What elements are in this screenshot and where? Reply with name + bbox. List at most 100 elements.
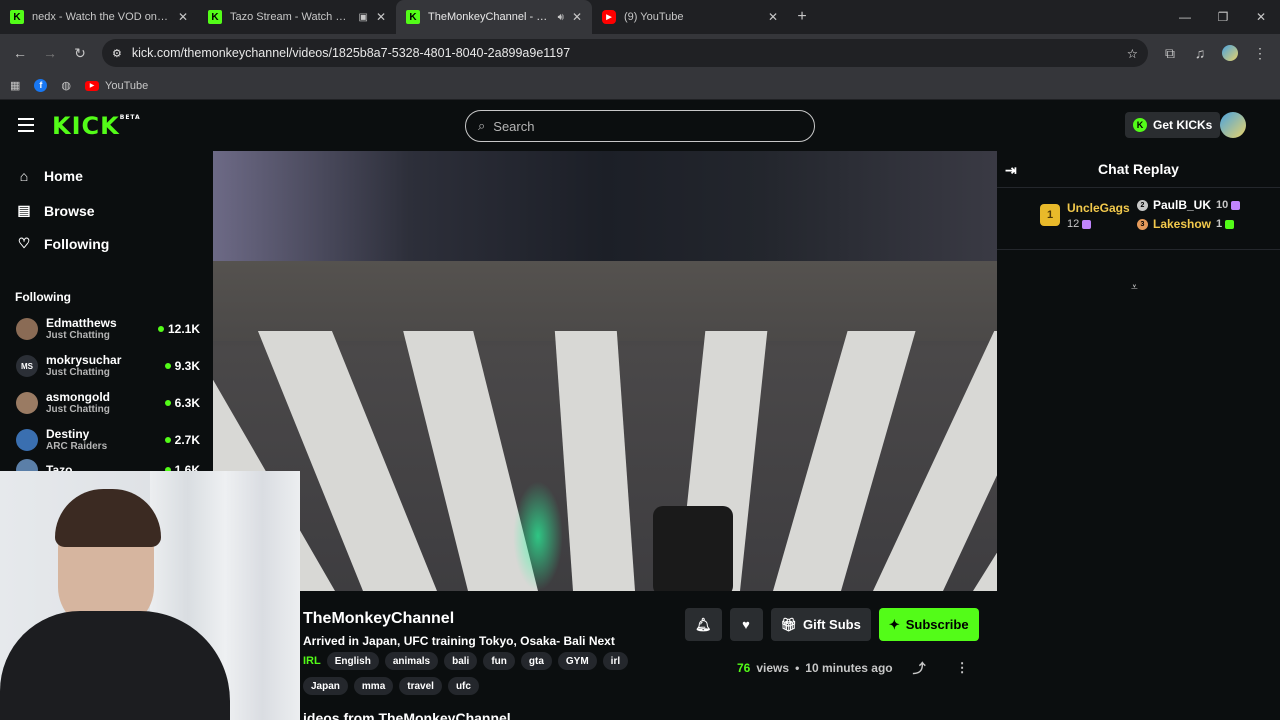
viewer-count: 6.3K — [174, 396, 200, 410]
followed-channel-asmongold[interactable]: asmongold Just Chatting 6.3K — [16, 386, 200, 420]
tag[interactable]: mma — [353, 677, 394, 695]
streamer-hair — [55, 489, 161, 547]
more-videos-heading: ideos from TheMonkeyChannel — [303, 711, 511, 720]
video-title: Arrived in Japan, UFC training Tokyo, Os… — [303, 634, 615, 648]
bookmark-star-icon[interactable]: ☆ — [1127, 46, 1138, 61]
window-controls: — ❐ ✕ — [1166, 0, 1280, 34]
top-gifter-name[interactable]: UncleGags — [1067, 201, 1130, 215]
collapse-chat-icon[interactable]: ⇥ — [1005, 162, 1017, 179]
gift-subs-label: Gift Subs — [803, 617, 861, 632]
audio-playing-icon[interactable]: 🔊︎ — [558, 12, 564, 23]
minimize-icon[interactable]: — — [1166, 0, 1204, 34]
scooter-light — [513, 481, 563, 591]
tag[interactable]: irl — [602, 652, 629, 670]
channel-name: Edmatthews — [46, 315, 117, 330]
channel-category: Just Chatting — [46, 404, 110, 416]
tag[interactable]: English — [326, 652, 379, 670]
channel-category: Just Chatting — [46, 330, 110, 342]
gifter-row[interactable]: 2 PaulB_UK 10 — [1137, 198, 1241, 212]
apps-grid-icon[interactable]: ▦ — [10, 79, 20, 92]
live-dot-icon — [164, 400, 171, 406]
tag[interactable]: gta — [520, 652, 552, 670]
kick-logo[interactable]: KICKBETA — [52, 112, 141, 140]
subscribe-button[interactable]: ✦ Subscribe — [878, 608, 979, 641]
heart-icon: ♡ — [17, 235, 31, 251]
sidebar-item-home[interactable]: ⌂ Home — [16, 168, 83, 184]
sidebar-item-following[interactable]: ♡ Following — [16, 235, 110, 252]
gift-count: 10 — [1216, 199, 1229, 211]
browser-tab-nedx[interactable]: K nedx - Watch the VOD on Kick ✕ — [0, 0, 198, 34]
search-bar[interactable]: ⌕ Search — [465, 110, 815, 142]
close-tab-icon[interactable]: ✕ — [768, 10, 778, 24]
channel-name-heading[interactable]: TheMonkeyChannel — [303, 610, 454, 628]
user-avatar[interactable] — [1220, 112, 1246, 138]
new-tab-button[interactable]: + — [788, 0, 816, 34]
browser-tab-bar: K nedx - Watch the VOD on Kick ✕ K Tazo … — [0, 0, 1280, 34]
chat-header: ⇥ Chat Replay — [997, 150, 1280, 188]
gifter-name: Lakeshow — [1153, 217, 1212, 231]
video-player[interactable] — [213, 151, 997, 591]
address-bar[interactable]: ⚙ kick.com/themonkeychannel/videos/1825b… — [102, 39, 1148, 67]
profile-icon[interactable] — [1218, 41, 1242, 65]
gifter-row[interactable]: 3 Lakeshow 1 — [1137, 217, 1235, 231]
views-count: 76 — [737, 660, 751, 675]
get-kicks-button[interactable]: K Get KICKs — [1125, 112, 1221, 138]
maximize-icon[interactable]: ❐ — [1204, 0, 1242, 34]
avatar — [16, 429, 38, 451]
more-options-icon[interactable]: ⋮ — [956, 660, 969, 676]
avatar: MS — [16, 355, 38, 377]
viewer-count: 9.3K — [174, 359, 200, 373]
menu-icon[interactable] — [18, 118, 34, 132]
facebook-icon[interactable]: f — [34, 79, 48, 92]
webcam-overlay — [0, 471, 300, 720]
extensions-icon[interactable]: ⧉ — [1158, 41, 1182, 65]
avatar — [16, 392, 38, 414]
notification-bell-button[interactable]: 🔔︎ — [685, 608, 722, 641]
browser-tab-youtube[interactable]: ▶ (9) YouTube ✕ — [592, 0, 788, 34]
browser-tab-tazo[interactable]: K Tazo Stream - Watch Live on Kick ▣ ✕ — [198, 0, 396, 34]
browser-tab-themonkeychannel[interactable]: K TheMonkeyChannel - Watch VOD 🔊︎ ✕ — [396, 0, 592, 34]
tag[interactable]: Japan — [303, 677, 348, 695]
following-heading: Following — [15, 290, 71, 304]
gift-icon — [1231, 200, 1241, 210]
followed-channel-edmatthews[interactable]: Edmatthews Just Chatting 12.1K — [16, 312, 200, 346]
home-icon: ⌂ — [19, 168, 29, 184]
live-dot-icon — [164, 437, 171, 443]
tab-title: nedx - Watch the VOD on Kick — [32, 11, 170, 23]
gift-subs-button[interactable]: 🎁︎ Gift Subs — [770, 608, 871, 641]
media-control-icon[interactable]: ♫ — [1188, 41, 1212, 65]
category-link[interactable]: IRL — [303, 652, 321, 670]
tag[interactable]: ufc — [447, 677, 479, 695]
gifter-name: PaulB_UK — [1153, 198, 1212, 212]
video-stats: 76 views • 10 minutes ago ⤴ ⋮ — [737, 658, 969, 677]
gift-icon: 🎁︎ — [780, 616, 798, 632]
tag[interactable]: travel — [399, 677, 442, 695]
close-tab-icon[interactable]: ✕ — [572, 10, 582, 24]
bookmark-label: YouTube — [105, 79, 149, 92]
site-info-icon[interactable]: ⚙ — [112, 47, 122, 60]
followed-channel-destiny[interactable]: Destiny ARC Raiders 2.7K — [16, 423, 200, 457]
globe-icon[interactable]: ◍ — [61, 79, 71, 92]
close-tab-icon[interactable]: ✕ — [376, 10, 386, 24]
sparkle-icon: ✦ — [888, 616, 900, 632]
share-icon[interactable]: ⤴ — [913, 658, 926, 677]
close-tab-icon[interactable]: ✕ — [178, 10, 188, 24]
follow-heart-button[interactable]: ♥ — [729, 608, 763, 641]
followed-channel-mokrysuchar[interactable]: MS mokrysuchar Just Chatting 9.3K — [16, 349, 200, 383]
site-header: KICKBETA ⌕ Search K Get KICKs — [0, 100, 1280, 150]
tag[interactable]: animals — [384, 652, 439, 670]
url-text[interactable]: kick.com/themonkeychannel/videos/1825b8a… — [132, 46, 1117, 60]
tag[interactable]: fun — [483, 652, 515, 670]
forward-icon[interactable]: → — [38, 41, 62, 65]
get-kicks-label: Get KICKs — [1153, 118, 1213, 132]
back-icon[interactable]: ← — [8, 41, 32, 65]
sidebar-item-browse[interactable]: ▤ Browse — [16, 202, 94, 219]
bookmark-youtube[interactable]: ▶ YouTube — [85, 80, 148, 92]
reload-icon[interactable]: ↻ — [68, 41, 92, 65]
gifter-count: 1 — [1216, 218, 1235, 230]
close-window-icon[interactable]: ✕ — [1242, 0, 1280, 34]
expand-leaderboard-icon[interactable]: ⩡ — [1131, 280, 1138, 295]
tag[interactable]: GYM — [557, 652, 597, 670]
browser-menu-icon[interactable]: ⋮ — [1248, 41, 1272, 65]
tag[interactable]: bali — [444, 652, 478, 670]
